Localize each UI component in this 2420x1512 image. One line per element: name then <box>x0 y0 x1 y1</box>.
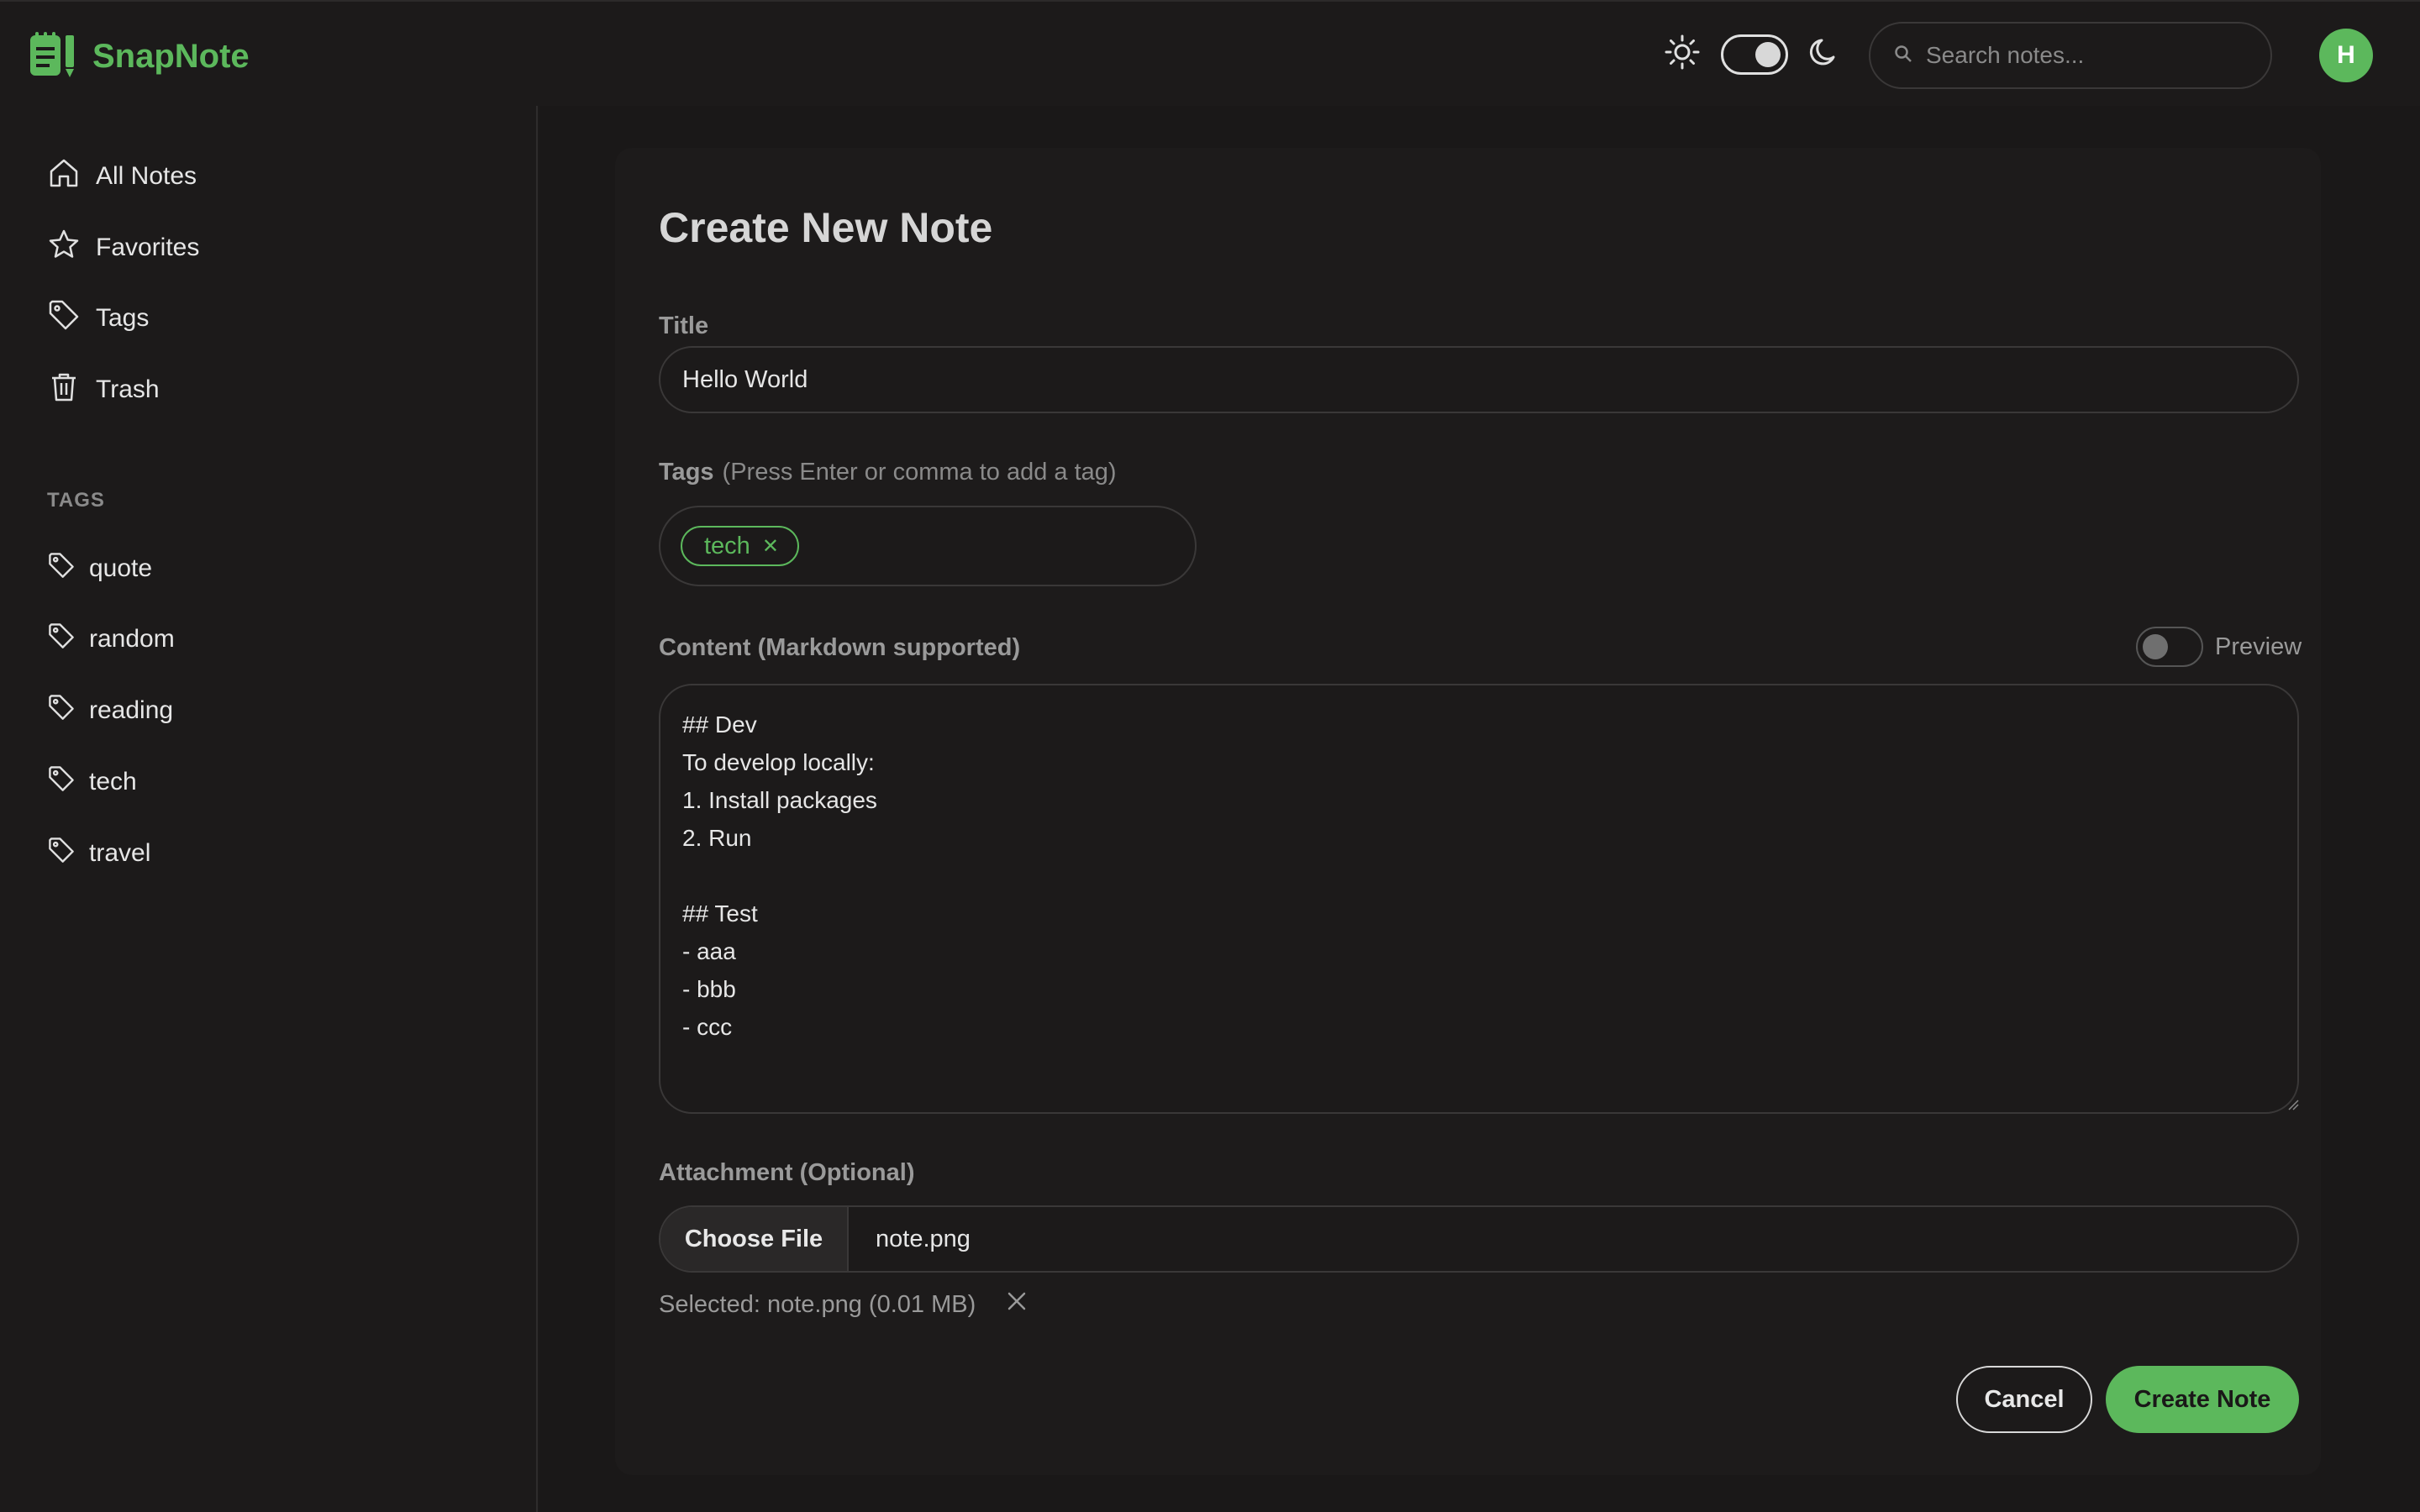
search-input[interactable] <box>1926 42 2262 69</box>
sidebar-item-favorites[interactable]: Favorites <box>47 223 199 273</box>
file-name: note.png <box>876 1225 971 1252</box>
remove-tag-icon[interactable]: ✕ <box>762 534 779 559</box>
theme-toggle[interactable] <box>1721 34 1788 75</box>
sidebar-item-trash[interactable]: Trash <box>47 365 160 415</box>
selected-file-row: Selected: note.png (0.01 MB) <box>659 1290 1028 1319</box>
preview-switch[interactable] <box>2136 627 2203 667</box>
sidebar-item-label: All Notes <box>96 162 197 190</box>
attachment-label: Attachment (Optional) <box>659 1159 915 1186</box>
theme-toggle-knob <box>1755 41 1781 67</box>
theme-controls <box>1664 34 1842 75</box>
preview-label: Preview <box>2215 633 2302 660</box>
resize-grip-icon[interactable] <box>2287 1099 2299 1115</box>
selected-file-text: Selected: note.png (0.01 MB) <box>659 1290 976 1318</box>
sidebar-item-label: Tags <box>96 304 150 332</box>
sidebar-item-label: Trash <box>96 375 160 403</box>
tag-icon <box>47 551 76 586</box>
sidebar-tag-tech[interactable]: tech <box>47 759 137 806</box>
tags-label-text: Tags <box>659 459 714 486</box>
moon-icon <box>1808 35 1842 73</box>
sidebar-tag-label: travel <box>89 839 151 867</box>
title-label: Title <box>659 312 709 339</box>
choose-file-button[interactable]: Choose File <box>660 1207 849 1271</box>
tag-icon <box>47 836 76 871</box>
sidebar: All Notes Favorites Tags Trash TAGS quot… <box>0 106 538 1512</box>
remove-file-icon[interactable] <box>1006 1290 1028 1319</box>
page-title: Create New Note <box>659 204 993 251</box>
tag-chip: tech ✕ <box>681 526 799 566</box>
cancel-button[interactable]: Cancel <box>1956 1366 2092 1433</box>
tags-hint: (Press Enter or comma to add a tag) <box>722 459 1117 486</box>
tags-section-title: TAGS <box>47 489 105 512</box>
sun-icon <box>1664 34 1701 75</box>
star-icon <box>47 228 81 268</box>
content-textarea[interactable]: ## Dev To develop locally: 1. Install pa… <box>659 684 2299 1114</box>
sidebar-tag-random[interactable]: random <box>47 616 175 663</box>
title-input[interactable]: Hello World <box>659 346 2299 413</box>
top-bar: SnapNote H <box>0 0 2420 106</box>
title-value: Hello World <box>682 365 808 393</box>
file-input[interactable]: Choose File note.png <box>659 1205 2299 1273</box>
avatar[interactable]: H <box>2319 29 2373 82</box>
tag-chip-label: tech <box>704 532 750 559</box>
preview-switch-knob <box>2143 634 2168 659</box>
tag-icon <box>47 622 76 657</box>
sidebar-tag-label: tech <box>89 768 137 795</box>
sidebar-tag-travel[interactable]: travel <box>47 830 150 877</box>
tags-input[interactable]: tech ✕ <box>659 506 1197 586</box>
sidebar-item-all-notes[interactable]: All Notes <box>47 151 197 202</box>
app-logo[interactable]: SnapNote <box>29 30 250 83</box>
preview-toggle[interactable]: Preview <box>2136 627 2302 667</box>
search-box[interactable] <box>1869 22 2272 89</box>
app-name: SnapNote <box>92 38 250 75</box>
home-icon <box>47 156 81 197</box>
sidebar-item-label: Favorites <box>96 234 200 261</box>
sidebar-tag-quote[interactable]: quote <box>47 545 152 592</box>
sidebar-tag-reading[interactable]: reading <box>47 687 173 734</box>
notebook-logo-icon <box>29 30 77 83</box>
content-label: Content (Markdown supported) <box>659 634 1021 661</box>
tags-label: Tags (Press Enter or comma to add a tag) <box>659 459 1117 486</box>
tag-icon <box>47 298 81 339</box>
create-note-button[interactable]: Create Note <box>2106 1366 2299 1433</box>
trash-icon <box>47 370 81 410</box>
tag-icon <box>47 764 76 800</box>
sidebar-tag-label: reading <box>89 696 174 724</box>
tag-icon <box>47 693 76 728</box>
sidebar-tag-label: quote <box>89 554 153 582</box>
sidebar-tag-label: random <box>89 625 175 653</box>
sidebar-item-tags[interactable]: Tags <box>47 293 149 344</box>
search-icon <box>1894 45 1912 67</box>
